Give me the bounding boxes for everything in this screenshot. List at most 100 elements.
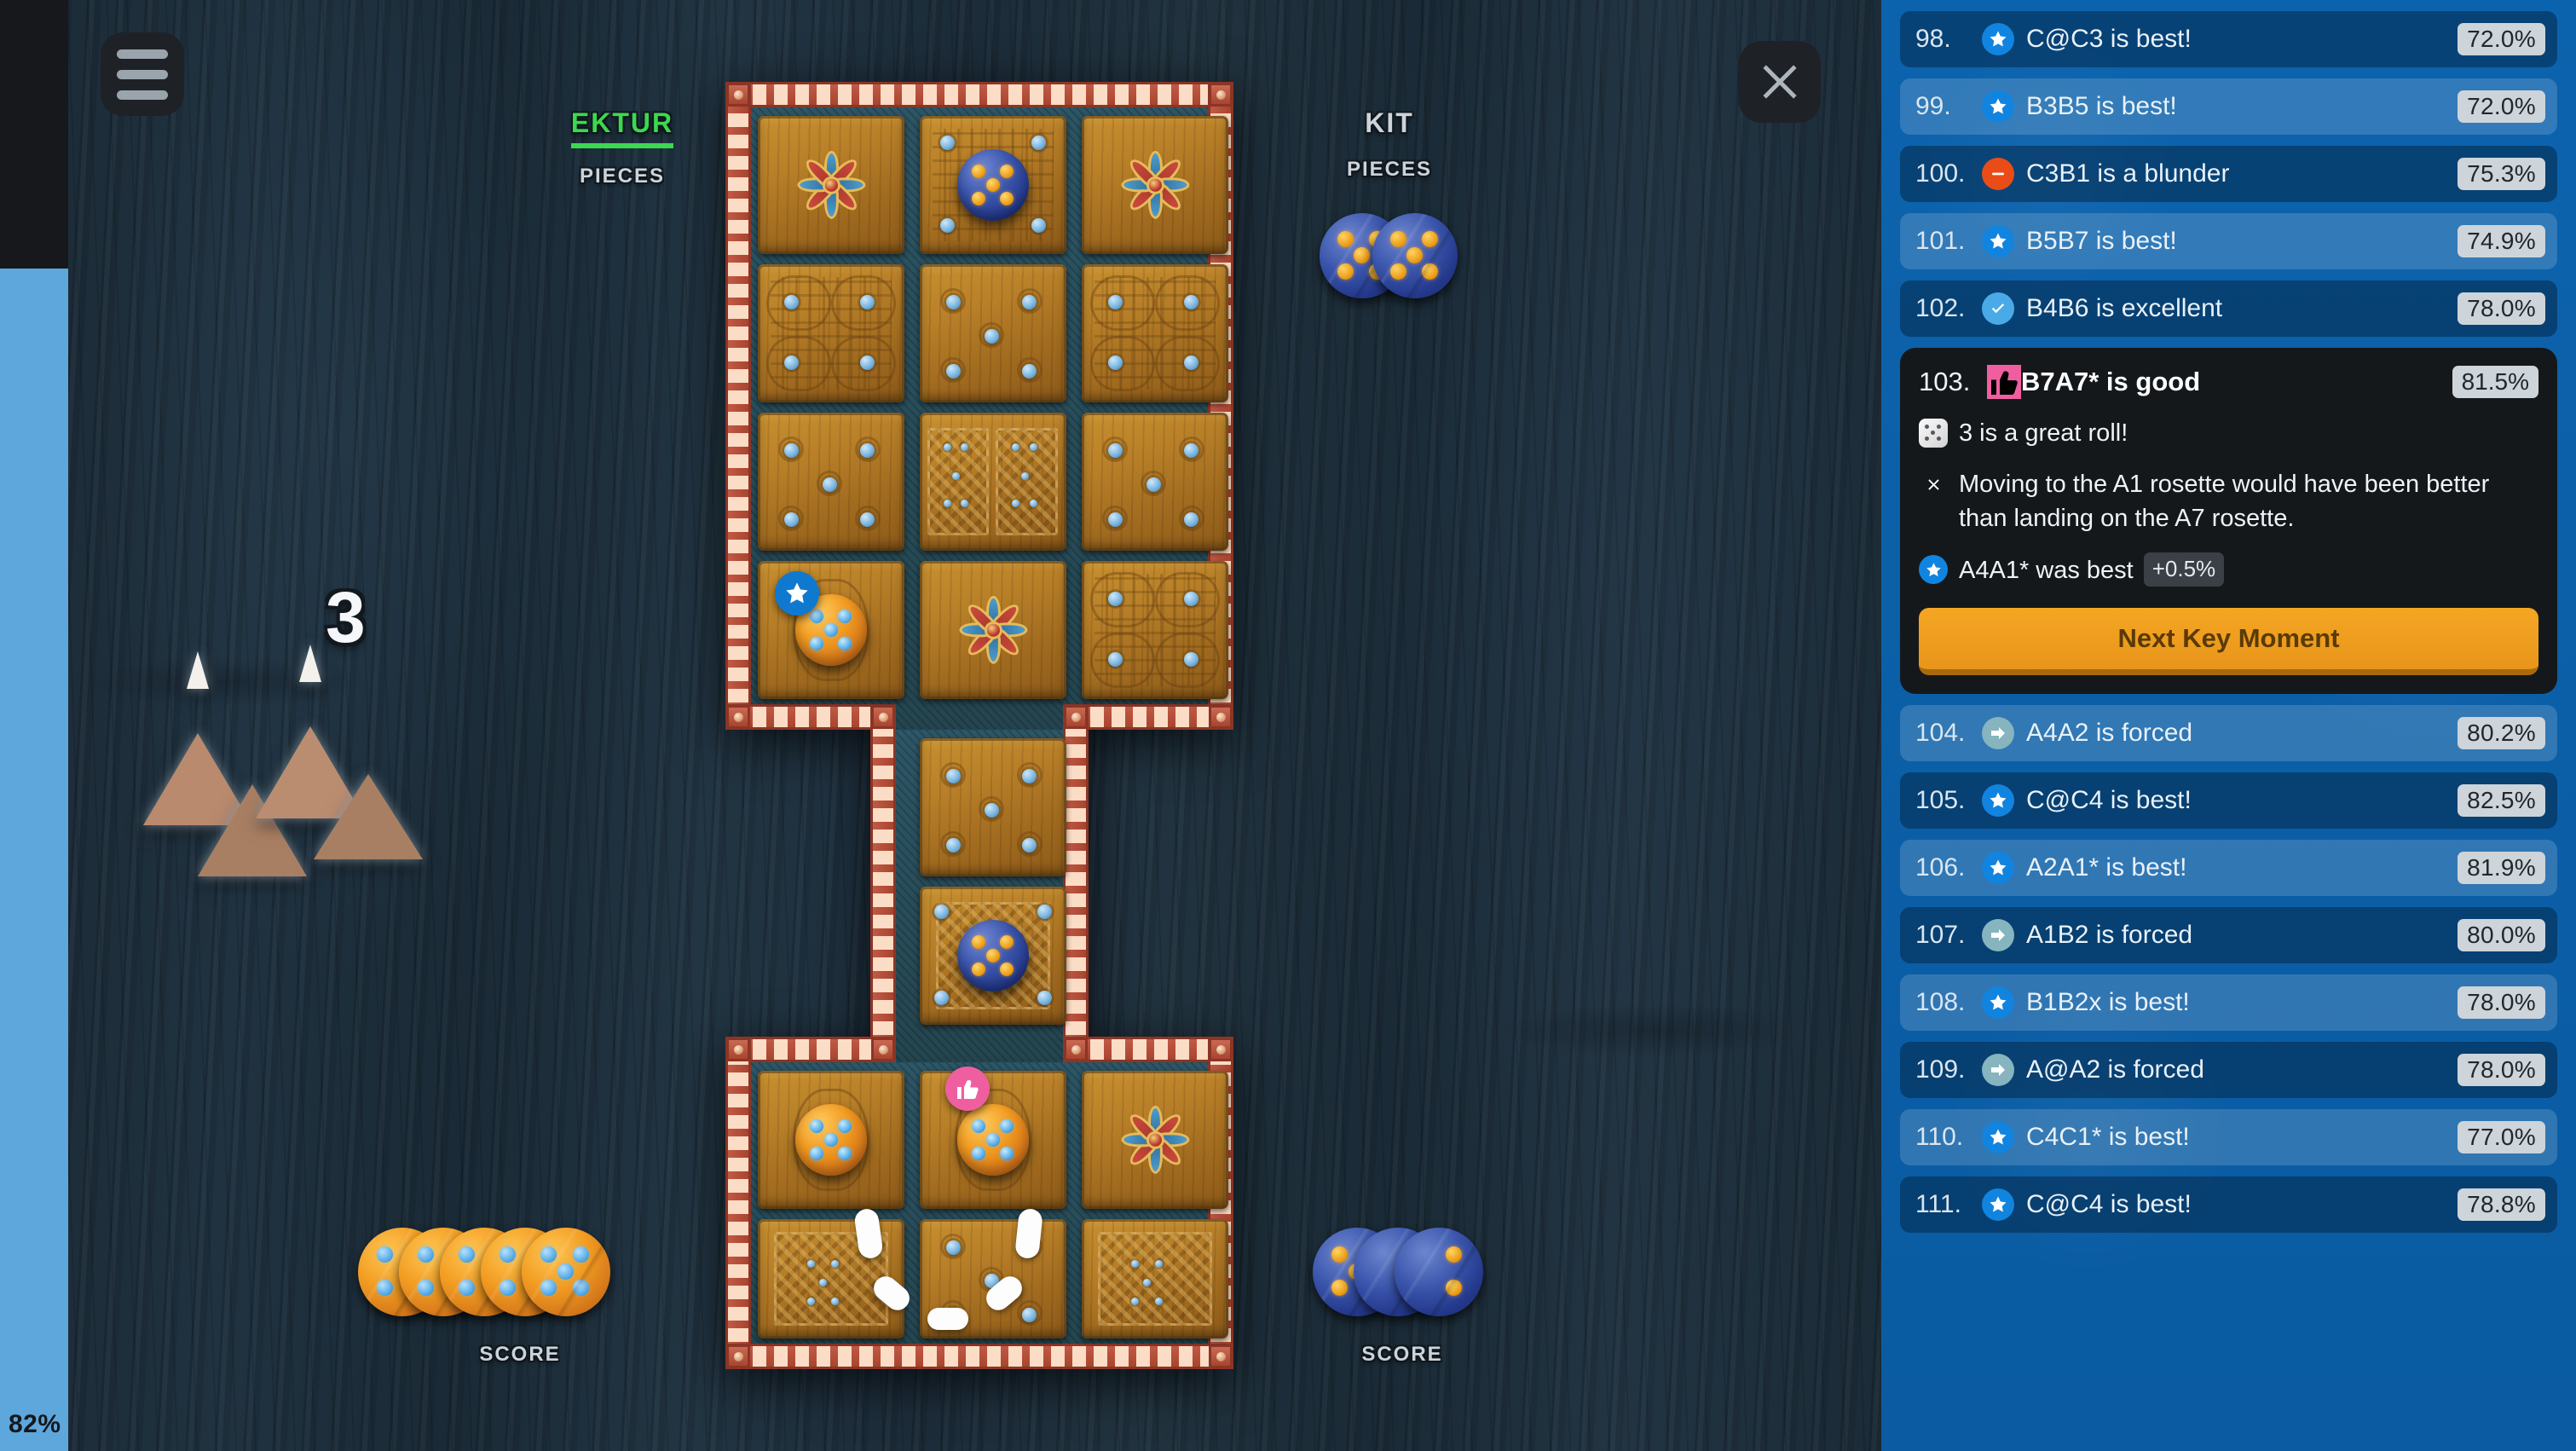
move-list-item[interactable]: 110. C4C1* is best! 77.0% <box>1900 1109 2557 1166</box>
board-cell-r3c2[interactable] <box>1082 561 1228 699</box>
rosette-icon <box>1098 1086 1212 1194</box>
key-moment-detail-roll: 3 is a great roll! <box>1919 416 2538 450</box>
dice-roll-value: 3 <box>326 577 366 657</box>
die <box>314 774 423 859</box>
frame-stud <box>1064 705 1088 729</box>
move-list-item[interactable]: 98. C@C3 is best! 72.0% <box>1900 11 2557 67</box>
player-left-pieces-label: Pieces <box>579 157 666 189</box>
move-list-item[interactable]: 105. C@C4 is best! 82.5% <box>1900 772 2557 830</box>
move-percent: 72.0% <box>2458 90 2545 123</box>
score-token <box>1395 1228 1483 1316</box>
move-list-before: 98. C@C3 is best! 72.0% 99. B3B5 is best! 72.… <box>1900 11 2557 337</box>
move-percent: 80.0% <box>2458 919 2545 952</box>
move-percent: 82.5% <box>2458 784 2545 818</box>
player-right-name: Kit <box>1365 96 1414 141</box>
move-text: A1B2 is forced <box>2026 921 2193 950</box>
move-list-item[interactable]: 104. A4A2 is forced 80.2% <box>1900 705 2557 762</box>
board-cell-r2c0[interactable] <box>758 413 904 551</box>
check-icon <box>1982 292 2014 325</box>
board-cell-r4c1[interactable] <box>920 738 1066 876</box>
key-moment-card[interactable]: 103. B7A7* is good 81.5% 3 is a great ro… <box>1900 348 2557 695</box>
move-analysis-sidebar[interactable]: 98. C@C3 is best! 72.0% 99. B3B5 is best! 72.… <box>1881 0 2576 1451</box>
board-cell-r6c2[interactable] <box>1082 1071 1228 1209</box>
score-token-row <box>358 1228 648 1320</box>
move-list-after: 104. A4A2 is forced 80.2% 105. C@C4 is best!… <box>1900 705 2557 1234</box>
best-move-star-badge <box>775 571 819 616</box>
star-icon <box>1982 225 2014 257</box>
move-list-item[interactable]: 109. A@A2 is forced 78.0% <box>1900 1042 2557 1099</box>
move-percent: 80.2% <box>2458 717 2545 750</box>
move-list-item[interactable]: 111. C@C4 is best! 78.8% <box>1900 1176 2557 1234</box>
close-icon[interactable] <box>1739 41 1821 123</box>
move-text: B4B6 is excellent <box>2026 294 2223 322</box>
board-piece-orange[interactable] <box>957 1104 1029 1176</box>
game-token <box>1372 213 1458 298</box>
next-key-moment-button[interactable]: Next Key Moment <box>1919 608 2538 676</box>
win-probability-label: 82% <box>9 1410 61 1438</box>
move-text: B5B7 is best! <box>2026 227 2177 255</box>
move-list-item[interactable]: 108. B1B2x is best! 78.0% <box>1900 974 2557 1032</box>
best-move-text: A4A1* was best <box>1959 557 2134 585</box>
score-token <box>522 1228 610 1316</box>
board-cell-r1c2[interactable] <box>1082 264 1228 402</box>
board-cell-r2c2[interactable] <box>1082 413 1228 551</box>
board-frame <box>725 1344 1233 1369</box>
star-icon <box>1982 784 2014 818</box>
frame-stud <box>1209 1344 1233 1368</box>
move-percent: 78.0% <box>2458 986 2545 1020</box>
move-number: 107. <box>1915 921 1966 950</box>
score-token-row <box>1313 1228 1585 1320</box>
board-piece-orange[interactable] <box>795 1104 867 1176</box>
star-icon <box>1982 90 2014 123</box>
key-moment-percent: 81.5% <box>2452 366 2538 398</box>
move-list-item[interactable]: 102. B4B6 is excellent 78.0% <box>1900 280 2557 337</box>
arrow-icon <box>1982 717 2014 750</box>
board-cell-r1c1[interactable] <box>920 264 1066 402</box>
frame-stud <box>726 1344 750 1368</box>
move-number: 99. <box>1915 92 1951 120</box>
star-icon <box>1982 986 2014 1020</box>
move-percent: 72.0% <box>2458 23 2545 55</box>
frame-stud <box>726 1038 750 1061</box>
board-cell-r7c2[interactable] <box>1082 1219 1228 1338</box>
board-frame <box>870 704 896 1062</box>
board-cell-r2c1[interactable] <box>920 413 1066 551</box>
move-number: 105. <box>1915 786 1966 815</box>
player-right-score: Score <box>1313 1228 1585 1368</box>
player-right-info: Kit Pieces <box>1262 95 1517 183</box>
game-area: 82% Ektur Pieces Kit Pieces 3 <box>0 0 1881 1451</box>
cross-icon <box>1919 470 1948 499</box>
move-number: 111. <box>1915 1190 1961 1219</box>
board-frame <box>725 82 1233 107</box>
move-number: 106. <box>1915 853 1966 882</box>
board-piece-blue[interactable] <box>957 920 1029 991</box>
move-number: 104. <box>1915 719 1966 748</box>
board-cell-r3c1[interactable] <box>920 561 1066 699</box>
board-cell-r0c2[interactable] <box>1082 116 1228 254</box>
move-list-item[interactable]: 106. A2A1* is best! 81.9% <box>1900 840 2557 897</box>
hamburger-menu-icon[interactable] <box>101 32 184 116</box>
key-moment-detail-critique: Moving to the A1 rosette would have been… <box>1919 467 2538 535</box>
player-left-score: Score <box>358 1228 648 1368</box>
move-list-item[interactable]: 107. A1B2 is forced 80.0% <box>1900 907 2557 964</box>
player-left-name: Ektur <box>570 95 674 148</box>
move-list-item[interactable]: 100. C3B1 is a blunder 75.3% <box>1900 146 2557 202</box>
move-list-item[interactable]: 99. B3B5 is best! 72.0% <box>1900 78 2557 135</box>
star-icon <box>1982 23 2014 55</box>
arrow-icon <box>1982 919 2014 952</box>
win-probability-bar: 82% <box>0 269 68 1451</box>
move-list-item[interactable]: 101. B5B7 is best! 74.9% <box>1900 213 2557 269</box>
board-frame <box>1063 704 1233 730</box>
move-text: B3B5 is best! <box>2026 92 2177 120</box>
frame-stud <box>1064 1038 1088 1061</box>
star-icon <box>1919 555 1948 585</box>
frame-stud <box>871 1038 895 1061</box>
move-number: 109. <box>1915 1055 1966 1084</box>
detail-text: Moving to the A1 rosette would have been… <box>1959 471 2490 533</box>
move-text: C@C4 is best! <box>2026 786 2192 815</box>
move-text: A4A2 is forced <box>2026 719 2193 748</box>
ur-game-board[interactable] <box>710 66 1249 1385</box>
board-piece-blue[interactable] <box>957 149 1029 221</box>
thumbs-up-icon <box>957 1079 979 1100</box>
board-cell-r1c0[interactable] <box>758 264 904 402</box>
